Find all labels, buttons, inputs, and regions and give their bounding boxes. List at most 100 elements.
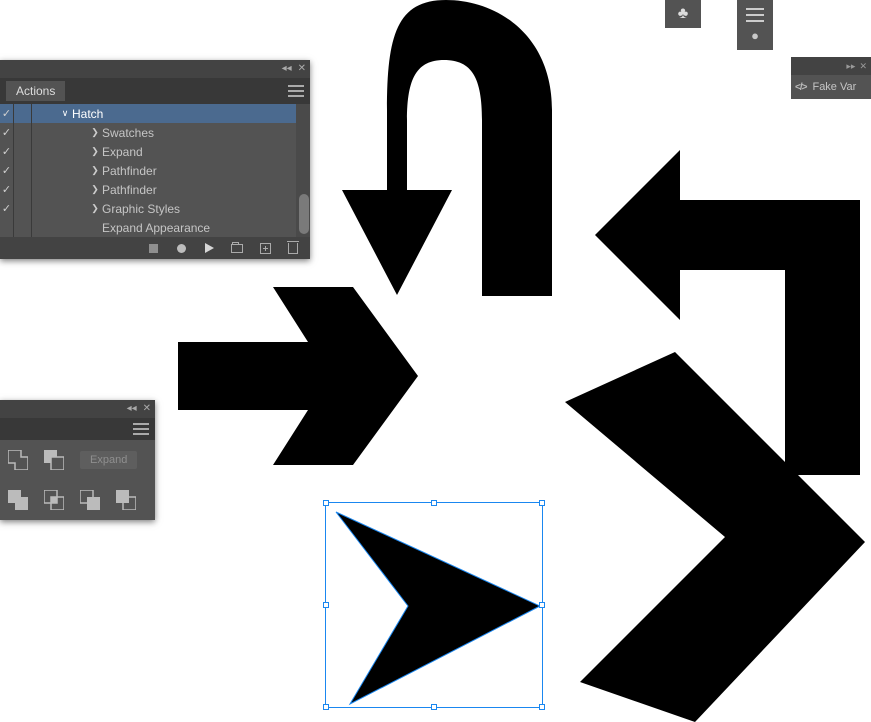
crop-button[interactable] [116, 490, 136, 510]
checkmark-empty[interactable] [0, 218, 14, 237]
record-button[interactable] [174, 241, 188, 255]
expand-button[interactable]: Expand [80, 451, 137, 469]
action-item-row[interactable]: ✓ ❯Graphic Styles [0, 199, 310, 218]
action-item-label: Pathfinder [102, 164, 157, 178]
action-item-row[interactable]: ❯Expand Appearance [0, 218, 310, 237]
actions-scrollbar[interactable] [296, 104, 310, 237]
action-item-label: Swatches [102, 126, 154, 140]
folder-icon [231, 244, 243, 253]
merge-button[interactable] [80, 490, 100, 510]
fakevar-header: ▸▸ ✕ [791, 57, 871, 75]
checkmark-icon[interactable]: ✓ [2, 202, 11, 215]
dialog-toggle[interactable] [14, 199, 32, 218]
resize-handle-w[interactable] [323, 602, 329, 608]
panel-menu-icon[interactable] [133, 423, 149, 435]
stop-button[interactable] [146, 241, 160, 255]
checkmark-icon[interactable]: ✓ [2, 145, 11, 158]
chevron-down-icon: ∨ [58, 108, 72, 119]
tab-actions[interactable]: Actions [6, 81, 65, 101]
pathfinder-row [0, 480, 155, 520]
resize-handle-ne[interactable] [539, 500, 545, 506]
divide-button[interactable] [8, 490, 28, 510]
checkmark-icon[interactable]: ✓ [2, 183, 11, 196]
unite-button[interactable] [8, 450, 28, 470]
pathfinder-panel[interactable]: ◂◂ ✕ Expand [0, 400, 155, 520]
collapse-icon[interactable]: ▸▸ [846, 62, 855, 71]
fakevar-label: Fake Var [812, 81, 856, 93]
action-item-row[interactable]: ✓ ❯Swatches [0, 123, 310, 142]
merge-icon [80, 490, 100, 510]
scrollbar-thumb[interactable] [299, 194, 309, 234]
chevron-right-icon: ❯ [88, 184, 102, 195]
close-icon[interactable]: ✕ [859, 62, 867, 71]
minus-front-icon [44, 450, 64, 470]
chevron-right-icon: ❯ [88, 165, 102, 176]
shape-right-chevron[interactable] [565, 352, 865, 722]
actions-list: ✓ ∨Hatch ✓ ❯Swatches ✓ ❯Expand ✓ ❯Pathfi… [0, 104, 310, 237]
dialog-toggle[interactable] [14, 123, 32, 142]
collapse-icon[interactable]: ◂◂ [127, 404, 137, 414]
pathfinder-tab-bar [0, 418, 155, 440]
actions-panel-header[interactable]: ◂◂ ✕ [0, 60, 310, 78]
record-icon [177, 244, 186, 253]
dialog-toggle[interactable] [14, 180, 32, 199]
dialog-toggle[interactable] [14, 218, 32, 237]
fakevar-panel[interactable]: ▸▸ ✕ </> Fake Var [791, 57, 871, 99]
shape-uturn-arrow[interactable] [322, 0, 552, 300]
club-icon: ♣ [678, 5, 689, 23]
panel-menu-icon[interactable] [288, 85, 304, 97]
selection-bounds[interactable] [325, 502, 543, 708]
unite-icon [8, 450, 28, 470]
close-icon[interactable]: ✕ [143, 404, 151, 414]
chevron-right-icon: ❯ [88, 203, 102, 214]
resize-handle-sw[interactable] [323, 704, 329, 710]
dialog-toggle[interactable] [14, 104, 32, 123]
checkmark-icon[interactable]: ✓ [2, 107, 11, 120]
action-item-label: Pathfinder [102, 183, 157, 197]
action-item-row[interactable]: ✓ ❯Expand [0, 142, 310, 161]
actions-footer [0, 237, 310, 259]
actions-tab-bar: Actions [0, 78, 310, 104]
hamburger-icon [746, 8, 764, 22]
crop-icon [116, 490, 136, 510]
new-action-button[interactable] [258, 241, 272, 255]
action-group-label: Hatch [72, 107, 103, 121]
action-item-label: Graphic Styles [102, 202, 180, 216]
divide-icon [8, 490, 28, 510]
actions-panel[interactable]: ◂◂ ✕ Actions ✓ ∨Hatch ✓ ❯Swatches ✓ ❯Exp… [0, 60, 310, 259]
resize-handle-e[interactable] [539, 602, 545, 608]
checkmark-icon[interactable]: ✓ [2, 126, 11, 139]
resize-handle-n[interactable] [431, 500, 437, 506]
trim-button[interactable] [44, 490, 64, 510]
appearance-panel-button[interactable]: ● [737, 0, 773, 50]
action-item-label: Expand Appearance [102, 221, 210, 235]
action-item-row[interactable]: ✓ ❯Pathfinder [0, 161, 310, 180]
pathfinder-header[interactable]: ◂◂ ✕ [0, 400, 155, 418]
dialog-toggle[interactable] [14, 142, 32, 161]
new-set-button[interactable] [230, 241, 244, 255]
resize-handle-nw[interactable] [323, 500, 329, 506]
delete-button[interactable] [286, 241, 300, 255]
collapse-icon[interactable]: ◂◂ [282, 64, 292, 74]
code-icon: </> [795, 82, 806, 93]
checkmark-icon[interactable]: ✓ [2, 164, 11, 177]
glyphs-panel-button[interactable]: ♣ [665, 0, 701, 28]
resize-handle-s[interactable] [431, 704, 437, 710]
trim-icon [44, 490, 64, 510]
plus-icon [260, 243, 271, 254]
action-group-row[interactable]: ✓ ∨Hatch [0, 104, 310, 123]
action-item-row[interactable]: ✓ ❯Pathfinder [0, 180, 310, 199]
close-icon[interactable]: ✕ [298, 64, 306, 74]
minus-front-button[interactable] [44, 450, 64, 470]
resize-handle-se[interactable] [539, 704, 545, 710]
shape-modes-row: Expand [0, 440, 155, 480]
stop-icon [149, 244, 158, 253]
play-icon [205, 243, 214, 253]
shape-right-arrow[interactable] [178, 287, 418, 465]
action-item-label: Expand [102, 145, 143, 159]
play-button[interactable] [202, 241, 216, 255]
sphere-icon: ● [751, 28, 759, 43]
dialog-toggle[interactable] [14, 161, 32, 180]
chevron-right-icon: ❯ [88, 146, 102, 157]
chevron-right-icon: ❯ [88, 127, 102, 138]
